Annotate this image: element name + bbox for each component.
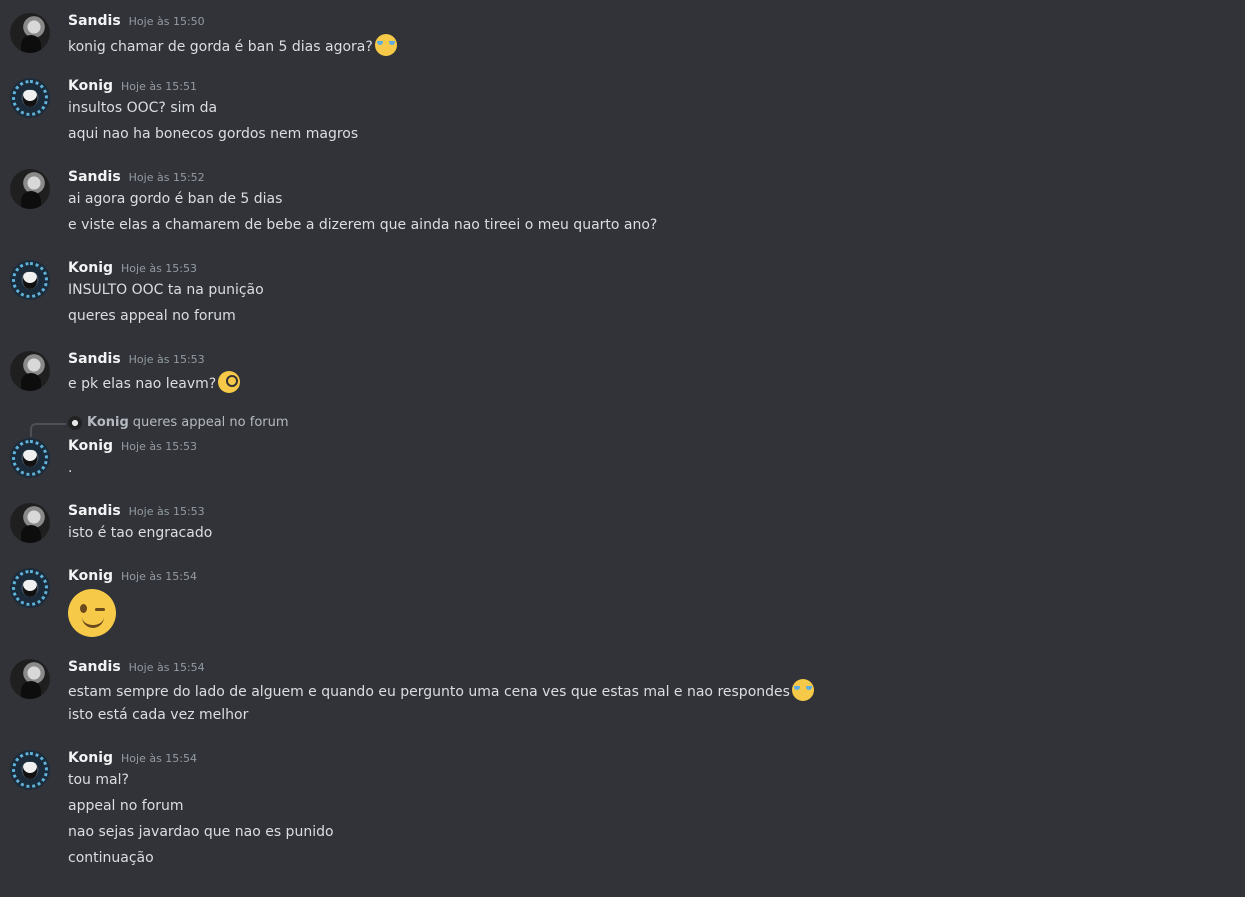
message-header: Konig Hoje às 15:51 (68, 78, 197, 94)
message-header: Sandis Hoje às 15:54 (68, 659, 205, 675)
message-header: Konig Hoje às 15:54 (68, 568, 197, 584)
message-text: nao sejas javardao que nao es punido (68, 824, 334, 840)
message-content: konig chamar de gorda é ban 5 dias agora… (68, 34, 397, 56)
author-name[interactable]: Konig (68, 750, 113, 766)
message-text: konig chamar de gorda é ban 5 dias agora… (68, 39, 373, 55)
message-header: Sandis Hoje às 15:52 (68, 169, 205, 185)
avatar[interactable] (10, 659, 50, 699)
reply-avatar (68, 415, 82, 430)
message-text: isto é tao engracado (68, 525, 213, 541)
message-text: queres appeal no forum (68, 308, 236, 324)
message-content (68, 589, 116, 641)
message-text: estam sempre do lado de alguem e quando … (68, 684, 790, 700)
reply-preview[interactable]: queres appeal no forum (133, 415, 289, 430)
message-header: Konig Hoje às 15:53 (68, 438, 197, 454)
message-text: . (68, 460, 73, 476)
message-header: Konig Hoje às 15:53 (68, 260, 197, 276)
author-name[interactable]: Konig (68, 438, 113, 454)
avatar[interactable] (10, 351, 50, 391)
message-header: Sandis Hoje às 15:53 (68, 503, 205, 519)
message-text: appeal no forum (68, 798, 184, 814)
message-text: e pk elas nao leavm? (68, 376, 217, 392)
joy-emoji-icon (374, 34, 397, 56)
joy-emoji-icon (791, 679, 814, 701)
message-content: estam sempre do lado de alguem e quando … (68, 679, 814, 701)
reply-connector (30, 423, 66, 437)
avatar[interactable] (10, 78, 50, 118)
timestamp: Hoje às 15:50 (128, 15, 205, 28)
face-with-monocle-emoji-icon (218, 371, 241, 393)
message-content: e pk elas nao leavm? (68, 371, 241, 393)
author-name[interactable]: Sandis (68, 351, 121, 367)
chat-message-list: Sandis Hoje às 15:50 konig chamar de gor… (0, 0, 1245, 897)
author-name[interactable]: Sandis (68, 169, 121, 185)
message-header: Sandis Hoje às 15:50 (68, 13, 205, 29)
author-name[interactable]: Sandis (68, 659, 121, 675)
author-name[interactable]: Konig (68, 78, 113, 94)
message-text: aqui nao ha bonecos gordos nem magros (68, 126, 359, 142)
author-name[interactable]: Konig (68, 568, 113, 584)
avatar[interactable] (10, 438, 50, 478)
timestamp: Hoje às 15:54 (121, 570, 198, 583)
message-text: INSULTO OOC ta na punição (68, 282, 264, 298)
message-text: isto está cada vez melhor (68, 707, 249, 723)
avatar[interactable] (10, 750, 50, 790)
avatar[interactable] (10, 169, 50, 209)
timestamp: Hoje às 15:53 (121, 262, 198, 275)
message-text: continuação (68, 850, 154, 866)
timestamp: Hoje às 15:53 (128, 353, 205, 366)
timestamp: Hoje às 15:53 (121, 440, 198, 453)
timestamp: Hoje às 15:54 (121, 752, 198, 765)
message-header: Sandis Hoje às 15:53 (68, 351, 205, 367)
avatar[interactable] (10, 13, 50, 53)
message-text: e viste elas a chamarem de bebe a dizere… (68, 217, 658, 233)
timestamp: Hoje às 15:52 (128, 171, 205, 184)
reply-reference[interactable]: Konig queres appeal no forum (68, 415, 289, 430)
timestamp: Hoje às 15:51 (121, 80, 198, 93)
message-text: insultos OOC? sim da (68, 100, 218, 116)
message-header: Konig Hoje às 15:54 (68, 750, 197, 766)
author-name[interactable]: Sandis (68, 503, 121, 519)
reply-author[interactable]: Konig (87, 415, 129, 430)
timestamp: Hoje às 15:53 (128, 505, 205, 518)
winking-face-emoji-icon (68, 589, 116, 637)
author-name[interactable]: Sandis (68, 13, 121, 29)
avatar[interactable] (10, 260, 50, 300)
avatar[interactable] (10, 568, 50, 608)
author-name[interactable]: Konig (68, 260, 113, 276)
timestamp: Hoje às 15:54 (128, 661, 205, 674)
avatar[interactable] (10, 503, 50, 543)
message-text: ai agora gordo é ban de 5 dias (68, 191, 283, 207)
message-text: tou mal? (68, 772, 129, 788)
